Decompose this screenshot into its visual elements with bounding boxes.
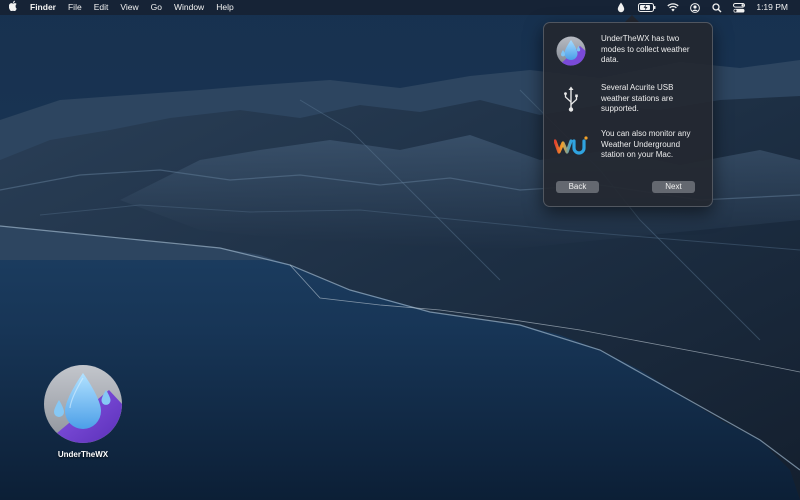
menu-edit[interactable]: Edit (88, 0, 115, 15)
popover-item-wunderground: You can also monitor any Weather Undergr… (554, 129, 704, 163)
popover-arrow (625, 15, 639, 22)
control-center-icon[interactable] (728, 0, 750, 15)
menu-window[interactable]: Window (168, 0, 210, 15)
menu-go[interactable]: Go (145, 0, 168, 15)
popover-item-modes: UnderTheWX has two modes to collect weat… (554, 34, 704, 68)
user-icon[interactable] (684, 0, 706, 15)
apple-logo-icon[interactable] (0, 0, 26, 16)
onboarding-popover: UnderTheWX has two modes to collect weat… (543, 22, 713, 207)
desktop-icon-underthewx[interactable]: UnderTheWX (40, 364, 126, 459)
menu-help[interactable]: Help (210, 0, 239, 15)
desktop-icon-label: UnderTheWX (57, 450, 109, 459)
popover-item-text: Several Acurite USB weather stations are… (601, 83, 674, 114)
underthewx-app-icon[interactable] (43, 364, 123, 444)
next-button[interactable]: Next (652, 181, 695, 193)
underthewx-app-icon (554, 34, 588, 68)
battery-charging-icon[interactable] (632, 0, 662, 15)
back-button[interactable]: Back (556, 181, 599, 193)
weather-underground-logo-icon (554, 129, 588, 163)
search-icon[interactable] (706, 0, 728, 15)
popover-item-text: UnderTheWX has two modes to collect weat… (601, 34, 690, 65)
menu-file[interactable]: File (62, 0, 88, 15)
popover-item-text: You can also monitor any Weather Undergr… (601, 129, 691, 160)
wifi-icon[interactable] (662, 0, 684, 15)
popover-item-usb: Several Acurite USB weather stations are… (554, 83, 704, 117)
menu-bar-clock[interactable]: 1:19 PM (750, 0, 800, 15)
usb-icon (554, 83, 588, 117)
menu-bar: Finder File Edit View Go Window Help 1:1… (0, 0, 800, 15)
raindrop-icon[interactable] (610, 0, 632, 15)
menu-finder[interactable]: Finder (26, 0, 62, 15)
menu-view[interactable]: View (114, 0, 144, 15)
